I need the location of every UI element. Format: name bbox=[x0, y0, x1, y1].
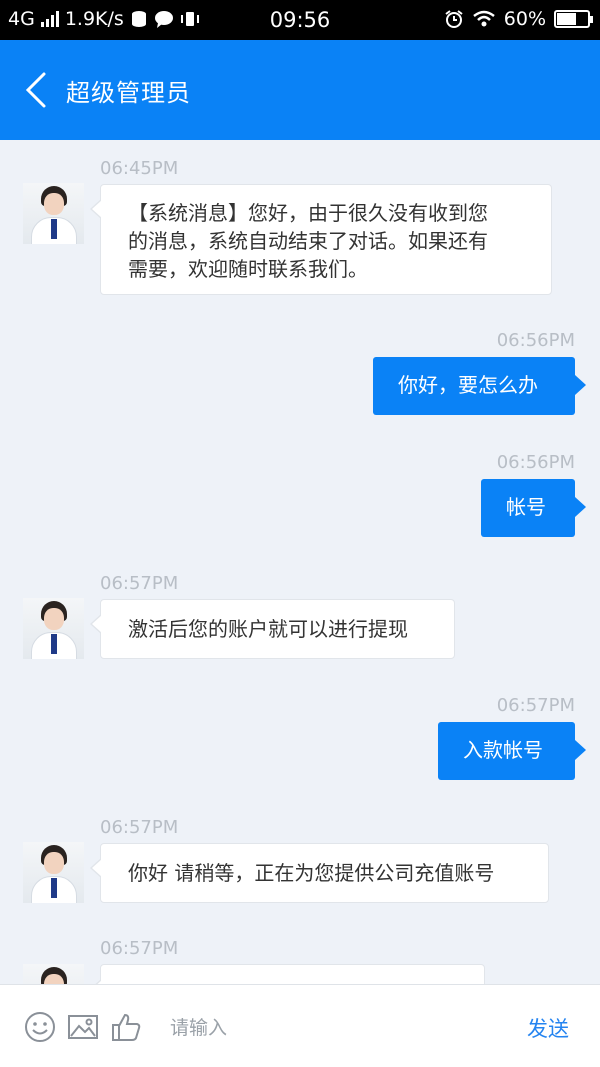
message-bubble-user[interactable]: 帐号 bbox=[481, 479, 586, 537]
message-text: 入款帐号 bbox=[463, 738, 543, 762]
message-text: 帐号 bbox=[506, 495, 546, 519]
message-bubble-agent[interactable] bbox=[90, 964, 485, 984]
input-bar: 发送 bbox=[0, 984, 600, 1067]
message-line: 【系统消息】您好，由于很久没有收到您 bbox=[128, 201, 488, 225]
message-bubble-agent[interactable]: 【系统消息】您好，由于很久没有收到您 的消息，系统自动结束了对话。如果还有 需要… bbox=[90, 184, 552, 295]
alarm-icon bbox=[445, 10, 463, 28]
message-timestamp: 06:56PM bbox=[496, 452, 575, 473]
battery-icon bbox=[554, 10, 593, 28]
message-line: 需要，欢迎随时联系我们。 bbox=[128, 257, 368, 281]
send-button[interactable]: 发送 bbox=[527, 1013, 569, 1043]
wifi-icon bbox=[472, 10, 495, 27]
image-icon[interactable] bbox=[67, 1011, 99, 1043]
message-timestamp: 06:57PM bbox=[496, 695, 575, 716]
message-bubble-user[interactable]: 你好，要怎么办 bbox=[373, 357, 586, 415]
message-timestamp: 06:56PM bbox=[496, 330, 575, 351]
message-timestamp: 06:57PM bbox=[100, 573, 179, 594]
thumbs-up-icon[interactable] bbox=[110, 1011, 142, 1043]
agent-avatar[interactable] bbox=[23, 842, 84, 903]
message-timestamp: 06:57PM bbox=[100, 938, 179, 959]
message-line: 的消息，系统自动结束了对话。如果还有 bbox=[128, 229, 488, 253]
message-bubble-agent[interactable]: 激活后您的账户就可以进行提现 bbox=[90, 599, 455, 659]
agent-avatar[interactable] bbox=[23, 598, 84, 659]
smiley-icon[interactable] bbox=[24, 1011, 56, 1043]
chat-header: 超级管理员 bbox=[0, 40, 600, 140]
message-timestamp: 06:57PM bbox=[100, 817, 179, 838]
agent-avatar[interactable] bbox=[23, 183, 84, 244]
chat-title: 超级管理员 bbox=[66, 79, 191, 107]
agent-avatar[interactable] bbox=[23, 964, 84, 984]
status-right: 60% bbox=[444, 8, 593, 30]
status-bar: 4G 1.9K/s 09:56 60% bbox=[0, 0, 600, 40]
message-text: 你好，要怎么办 bbox=[398, 373, 538, 397]
message-timestamp: 06:45PM bbox=[100, 158, 179, 179]
message-input[interactable] bbox=[158, 1001, 518, 1055]
chevron-left-icon[interactable] bbox=[20, 70, 56, 110]
message-text: 激活后您的账户就可以进行提现 bbox=[128, 617, 408, 641]
message-bubble-agent[interactable]: 你好 请稍等，正在为您提供公司充值账号 bbox=[90, 843, 549, 903]
message-list[interactable]: 06:45PM 【系统消息】您好，由于很久没有收到您 的消息，系统自动结束了对话… bbox=[0, 140, 600, 984]
message-bubble-user[interactable]: 入款帐号 bbox=[438, 722, 586, 780]
message-text: 你好 请稍等，正在为您提供公司充值账号 bbox=[128, 861, 495, 885]
battery-percent: 60% bbox=[503, 8, 546, 30]
